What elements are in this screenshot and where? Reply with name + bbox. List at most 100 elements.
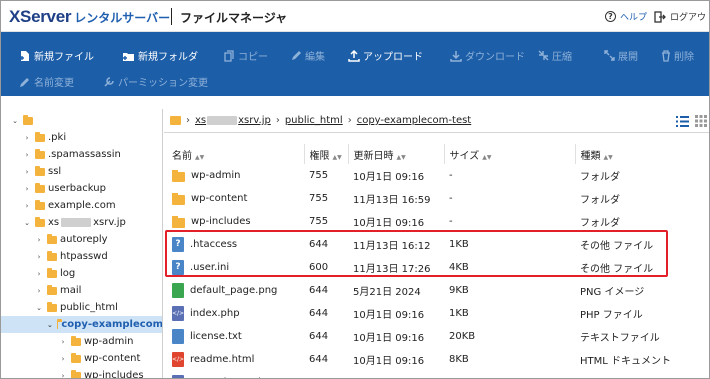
chevron-right-icon[interactable]: › — [35, 270, 43, 278]
chevron-right-icon[interactable]: › — [23, 168, 31, 176]
chevron-right-icon[interactable]: › — [35, 253, 43, 261]
breadcrumb-public-html[interactable]: public_html — [285, 115, 343, 126]
cell-perm: 644 — [309, 239, 329, 250]
edit-icon — [292, 51, 301, 60]
compress-button[interactable]: 圧縮 — [538, 48, 572, 63]
tree-item-wp-content[interactable]: › wp-content — [59, 350, 140, 367]
logout-link[interactable]: ログアウト — [654, 10, 709, 23]
cell-type: テキストファイル — [580, 333, 660, 344]
chevron-right-icon: › — [347, 115, 352, 126]
tree-item-public-html[interactable]: ⌄ public_html — [35, 299, 118, 316]
chevron-right-icon: › — [186, 115, 190, 126]
chevron-down-icon[interactable]: ⌄ — [35, 304, 43, 312]
table-row[interactable]: </> readme.html 644 10月1日 09:16 8KB HTML ドキュメ… — [167, 348, 702, 371]
table-row[interactable]: license.txt 644 10月1日 09:16 20KB テキストファイル — [167, 325, 702, 348]
cell-size: 8KB — [449, 354, 469, 365]
rename-button[interactable]: 名前変更 — [19, 74, 74, 89]
tree-item-wp-admin[interactable]: › wp-admin — [59, 333, 133, 350]
col-name-header[interactable]: 名前 ▲▼ — [167, 144, 304, 164]
help-link[interactable]: ? ヘルプ — [605, 10, 647, 23]
table-row[interactable]: </>wp-activate.php64410月1日 09:168KBPHP フ… — [167, 371, 702, 378]
cell-date: 10月1日 09:16 — [353, 333, 425, 344]
col-type-header[interactable]: 種類 ▲▼ — [574, 144, 702, 164]
chevron-down-icon[interactable]: ⌄ — [11, 117, 19, 125]
new-file-button[interactable]: 新規ファイル — [19, 48, 94, 63]
tree-item-pki[interactable]: › .pki — [23, 129, 66, 146]
chevron-right-icon[interactable]: › — [59, 372, 67, 379]
tree-item-userbackup[interactable]: › userbackup — [23, 180, 106, 197]
permission-button[interactable]: パーミッション変更 — [103, 74, 208, 89]
tree-item-label: public_html — [60, 302, 118, 313]
logout-icon — [654, 10, 666, 23]
cell-size: 1KB — [449, 239, 469, 250]
cell-date: 5月21日 2024 — [353, 287, 421, 298]
new-folder-label: 新規フォルダ — [138, 52, 198, 63]
chevron-down-icon[interactable]: ⌄ — [47, 321, 53, 329]
chevron-down-icon[interactable]: ⌄ — [23, 219, 31, 227]
grid-view-icon — [695, 115, 707, 127]
table-header-row: 名前 ▲▼ 権限 ▲▼ 更新日時 ▲▼ サイズ ▲▼ 種類 ▲▼ — [167, 144, 702, 164]
rename-label: 名前変更 — [34, 78, 74, 89]
chevron-right-icon[interactable]: › — [35, 287, 43, 295]
tree-item-root[interactable]: ⌄ — [11, 112, 36, 129]
tree-item-label: wp-content — [84, 353, 141, 364]
tree-item-example-com[interactable]: › example.com — [23, 197, 116, 214]
table-row[interactable]: ? .user.ini 600 11月13日 17:26 4KB その他 ファイル — [167, 256, 702, 279]
tree-item-xsrv[interactable]: ⌄ xs xsrv.jp — [23, 214, 126, 231]
text-file-icon — [172, 329, 184, 344]
tree-item-spamassassin[interactable]: › .spamassassin — [23, 146, 121, 163]
tree-item-autoreply[interactable]: › autoreply — [35, 231, 108, 248]
tree-item-ssl[interactable]: › ssl — [23, 163, 61, 180]
extract-button[interactable]: 展開 — [604, 48, 638, 63]
col-date-label: 更新日時 — [353, 150, 394, 162]
col-date-header[interactable]: 更新日時 ▲▼ — [347, 144, 444, 164]
upload-button[interactable]: アップロード — [348, 48, 423, 63]
xserver-logo[interactable]: XServer レンタルサーバー — [9, 7, 170, 27]
grid-view-button[interactable] — [692, 113, 709, 129]
tree-item-log[interactable]: › log — [35, 265, 75, 282]
edit-button[interactable]: 編集 — [291, 48, 325, 63]
table-row[interactable]: wp-content 755 11月13日 16:59 - フォルダ — [167, 187, 702, 210]
table-row[interactable]: default_page.png 644 5月21日 2024 9KB PNG イメージ — [167, 279, 702, 302]
cell-date: 10月1日 09:16 — [353, 172, 425, 183]
delete-button[interactable]: 削除 — [661, 48, 694, 63]
chevron-right-icon[interactable]: › — [23, 151, 31, 159]
chevron-right-icon[interactable]: › — [59, 338, 67, 346]
cell-perm: 755 — [309, 193, 329, 204]
col-size-header[interactable]: サイズ ▲▼ — [443, 144, 575, 164]
cell-perm: 755 — [309, 170, 329, 181]
download-button[interactable]: ダウンロード — [450, 48, 525, 63]
cell-name: ? .user.ini — [167, 256, 304, 279]
chevron-right-icon[interactable]: › — [23, 185, 31, 193]
chevron-right-icon[interactable]: › — [23, 134, 31, 142]
chevron-right-icon[interactable]: › — [23, 202, 31, 210]
tree-item-mail[interactable]: › mail — [35, 282, 81, 299]
copy-button[interactable]: コピー — [224, 48, 268, 63]
folder-icon — [71, 369, 81, 378]
tree-item-htpasswd[interactable]: › htpasswd — [35, 248, 108, 265]
redacted-text — [61, 218, 92, 227]
cell-type: その他 ファイル — [580, 264, 654, 275]
chevron-right-icon[interactable]: › — [35, 236, 43, 244]
breadcrumb-host[interactable]: xs xsrv.jp — [195, 115, 271, 126]
list-view-button[interactable] — [673, 113, 691, 129]
table-row[interactable]: </> index.php 644 10月1日 09:16 1KB PHP ファイル — [167, 302, 702, 325]
breadcrumb-current[interactable]: copy-examplecom-test — [357, 115, 472, 126]
copy-label: コピー — [238, 52, 268, 63]
chevron-right-icon[interactable]: › — [59, 355, 67, 363]
tree-item-label: example.com — [48, 200, 116, 211]
cell-size: - — [449, 193, 453, 204]
table-row[interactable]: wp-includes 755 10月1日 09:16 - フォルダ — [167, 210, 702, 233]
col-perm-header[interactable]: 権限 ▲▼ — [303, 144, 348, 164]
tree-item-wp-includes[interactable]: › wp-includes — [59, 367, 144, 379]
tree-item-copy-examplecom[interactable]: ⌄ copy-examplecom — [1, 316, 162, 333]
delete-label: 削除 — [674, 52, 694, 63]
tree-item-label: .pki — [48, 132, 67, 143]
logo-text: XServer — [9, 7, 72, 26]
file-name: .user.ini — [190, 262, 230, 273]
new-folder-button[interactable]: 新規フォルダ — [122, 48, 198, 63]
folder-icon[interactable] — [170, 116, 181, 125]
table-row[interactable]: wp-admin 755 10月1日 09:16 - フォルダ — [167, 164, 702, 187]
table-row[interactable]: ? .htaccess 644 11月13日 16:12 1KB その他 ファイル — [167, 233, 702, 256]
app-frame: XServerレンタルサーバー ファイルマネージャ ? ヘルプ ログアウト 新規… — [0, 0, 710, 379]
